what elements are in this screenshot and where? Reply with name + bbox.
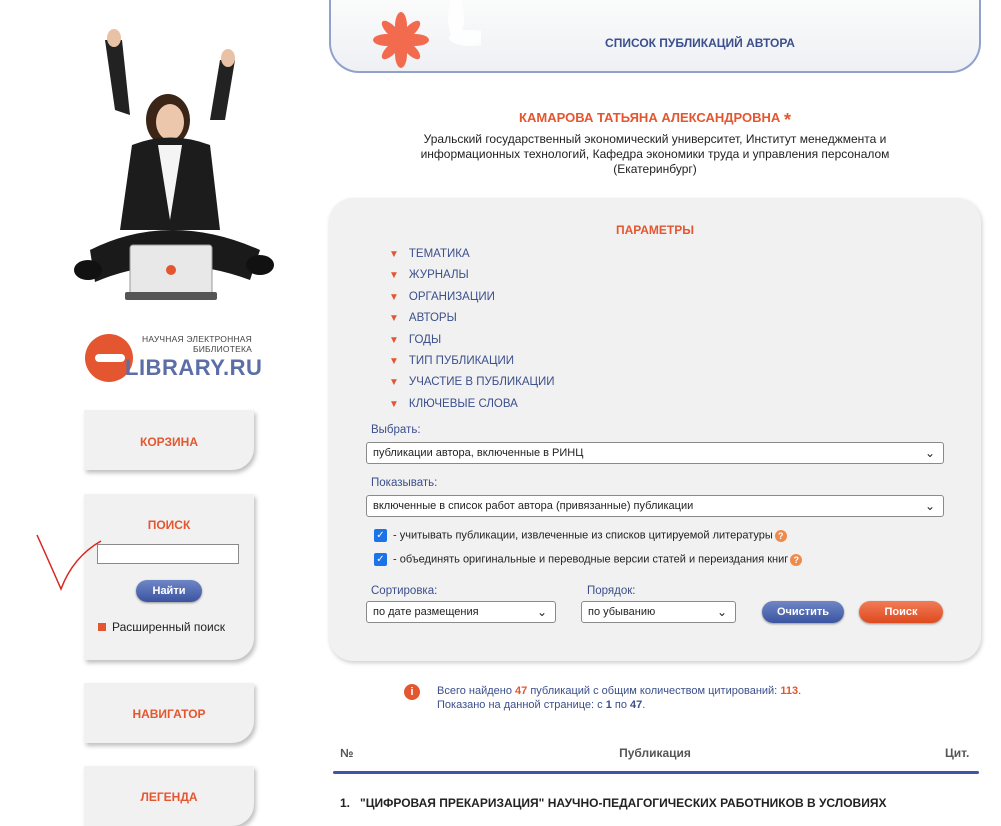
param-item-participation[interactable]: ▼ УЧАСТИЕ В ПУБЛИКАЦИИ — [389, 375, 555, 396]
author-star: * — [783, 110, 791, 130]
table-header-divider — [333, 771, 979, 774]
param-item-keywords[interactable]: ▼ КЛЮЧЕВЫЕ СЛОВА — [389, 397, 555, 418]
param-item-years[interactable]: ▼ ГОДЫ — [389, 333, 555, 354]
advanced-search-label: Расширенный поиск — [112, 620, 225, 634]
search-input[interactable] — [97, 544, 239, 564]
chevron-down-icon: ⌄ — [924, 446, 935, 460]
param-item-pubtype[interactable]: ▼ ТИП ПУБЛИКАЦИИ — [389, 354, 555, 375]
triangle-down-icon: ▼ — [389, 377, 399, 389]
table-row[interactable]: 1. "ЦИФРОВАЯ ПРЕКАРИЗАЦИЯ" НАУЧНО-ПЕДАГО… — [340, 796, 886, 810]
hero-illustration — [74, 29, 274, 300]
param-item-journals[interactable]: ▼ ЖУРНАЛЫ — [389, 268, 555, 289]
column-header-publication: Публикация — [619, 746, 691, 760]
triangle-down-icon: ▼ — [389, 355, 399, 367]
found-count: 47 — [515, 685, 528, 697]
bullet-square-icon — [98, 623, 106, 631]
triangle-down-icon: ▼ — [389, 249, 399, 260]
author-affiliation: Уральский государственный экономический … — [420, 132, 890, 176]
checkbox-merge[interactable]: ✓ — [374, 553, 387, 566]
checkbox-row-merge[interactable]: ✓ - объединять оригинальные и переводные … — [374, 553, 803, 566]
red-checkmark-annotation — [36, 534, 102, 591]
triangle-down-icon: ▼ — [389, 270, 399, 282]
checkbox-cited-label: - учитывать публикации, извлеченные из с… — [393, 529, 773, 542]
triangle-down-icon: ▼ — [389, 291, 399, 303]
page-header: СПИСОК ПУБЛИКАЦИЙ АВТОРА — [329, 0, 981, 73]
show-dropdown[interactable]: включенные в список работ автора (привяз… — [366, 495, 944, 517]
help-icon[interactable]: ? — [774, 529, 787, 542]
shown-to: 47 — [630, 699, 643, 711]
search-button[interactable]: Поиск — [859, 601, 943, 623]
parameters-list: ▼ ТЕМАТИКА ▼ ЖУРНАЛЫ ▼ ОРГАНИЗАЦИИ ▼ АВТОРЫ … — [389, 247, 555, 418]
logo-brand: LIBRARY.RU — [125, 355, 263, 380]
show-value: включенные в список работ автора (привяз… — [373, 500, 694, 512]
search-box: ПОИСК Найти Расширенный поиск — [84, 494, 254, 660]
checkbox-row-cited[interactable]: ✓ - учитывать публикации, извлеченные из … — [374, 529, 787, 542]
checkbox-merge-label: - объединять оригинальные и переводные в… — [393, 553, 789, 566]
sort-label: Сортировка: — [371, 585, 438, 597]
row-title-link[interactable]: "ЦИФРОВАЯ ПРЕКАРИЗАЦИЯ" НАУЧНО-ПЕДАГОГИЧ… — [360, 796, 886, 810]
logo-line2: БИБЛИОТЕКА — [192, 344, 252, 354]
select-value: публикации автора, включенные в РИНЦ — [373, 447, 584, 459]
order-label: Порядок: — [587, 585, 636, 597]
select-dropdown[interactable]: публикации автора, включенные в РИНЦ ⌄ — [366, 442, 944, 464]
parameters-panel: ПАРАМЕТРЫ ▼ ТЕМАТИКА ▼ ЖУРНАЛЫ ▼ ОРГАНИЗАЦИ… — [329, 198, 981, 661]
legend-box[interactable]: ЛЕГЕНДА — [84, 766, 254, 826]
checkbox-cited[interactable]: ✓ — [374, 529, 387, 542]
page-title: СПИСОК ПУБЛИКАЦИЙ АВТОРА — [605, 36, 795, 50]
chevron-down-icon: ⌄ — [924, 499, 935, 513]
param-item-topic[interactable]: ▼ ТЕМАТИКА — [389, 247, 555, 268]
order-value: по убыванию — [588, 606, 656, 618]
param-item-organizations[interactable]: ▼ ОРГАНИЗАЦИИ — [389, 290, 555, 311]
shown-from: 1 — [605, 699, 612, 711]
results-summary: Всего найдено 47 публикаций с общим коли… — [437, 684, 801, 712]
order-dropdown[interactable]: по убыванию ⌄ — [581, 601, 736, 623]
sort-value: по дате размещения — [373, 606, 479, 618]
show-label: Показывать: — [371, 477, 438, 489]
select-label: Выбрать: — [371, 424, 421, 436]
find-button[interactable]: Найти — [136, 580, 202, 602]
summary-line2: Показано на данной странице: с 1 по 47. — [437, 699, 646, 711]
advanced-search-link[interactable]: Расширенный поиск — [98, 620, 225, 634]
triangle-down-icon: ▼ — [389, 334, 399, 346]
info-icon: i — [404, 684, 420, 700]
logo-line1: НАУЧНАЯ ЭЛЕКТРОННАЯ — [141, 334, 252, 344]
row-number: 1. — [340, 796, 351, 810]
triangle-down-icon: ▼ — [389, 313, 399, 325]
legend-title[interactable]: ЛЕГЕНДА — [84, 790, 254, 804]
clear-button[interactable]: Очистить — [762, 601, 844, 623]
chevron-down-icon: ⌄ — [716, 605, 727, 619]
elibrary-logo[interactable]: НАУЧНАЯ ЭЛЕКТРОННАЯ БИБЛИОТЕКА LIBRARY.R… — [85, 330, 263, 385]
column-header-number: № — [340, 746, 354, 760]
author-name-text: КАМАРОВА ТАТЬЯНА АЛЕКСАНДРОВНА — [519, 110, 781, 125]
cart-title[interactable]: КОРЗИНА — [84, 435, 254, 449]
triangle-down-icon: ▼ — [389, 398, 399, 410]
author-name: КАМАРОВА ТАТЬЯНА АЛЕКСАНДРОВНА * — [329, 110, 981, 131]
navigator-box[interactable]: НАВИГАТОР — [84, 683, 254, 743]
sort-dropdown[interactable]: по дате размещения ⌄ — [366, 601, 556, 623]
parameters-title: ПАРАМЕТРЫ — [616, 223, 694, 237]
column-header-citations: Цит. — [945, 746, 970, 760]
citation-count: 113 — [780, 685, 799, 697]
cart-box[interactable]: КОРЗИНА — [84, 410, 254, 470]
help-icon[interactable]: ? — [790, 553, 803, 566]
search-title: ПОИСК — [147, 518, 191, 532]
summary-line1: Всего найдено 47 публикаций с общим коли… — [437, 685, 802, 697]
navigator-title[interactable]: НАВИГАТОР — [84, 707, 254, 721]
param-item-authors[interactable]: ▼ АВТОРЫ — [389, 311, 555, 332]
chevron-down-icon: ⌄ — [536, 605, 547, 619]
